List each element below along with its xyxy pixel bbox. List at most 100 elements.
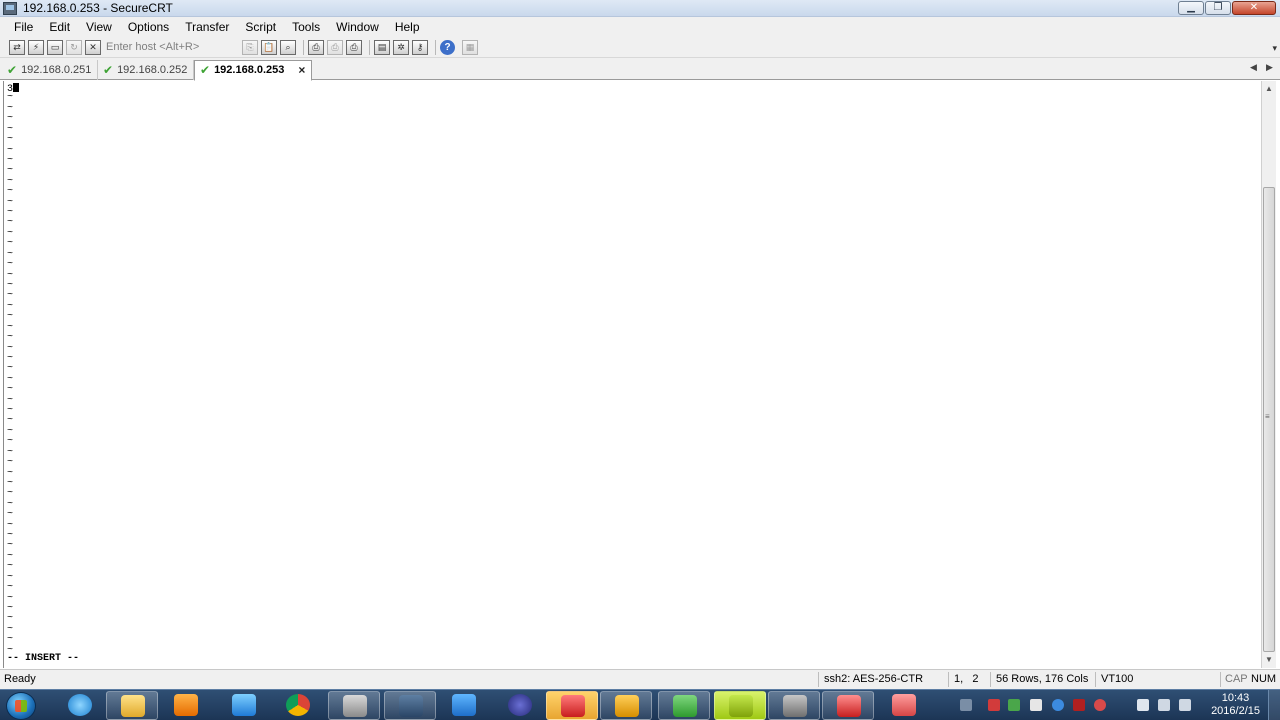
vim-empty-line-tilde: ~ [7,488,14,500]
green-tray-icon[interactable] [1008,699,1020,711]
tab-session-252[interactable]: ✔ 192.168.0.252 [98,60,194,80]
tab-close-icon[interactable]: × [298,61,305,80]
scroll-down-icon[interactable]: ▼ [1265,655,1273,664]
antivirus-tray-icon[interactable] [988,699,1000,711]
connect-in-tab-icon[interactable]: ▭ [47,39,63,55]
taskbar-app-7[interactable] [714,691,766,720]
menu-script[interactable]: Script [237,18,284,36]
disconnect-icon[interactable]: ✕ [85,39,101,55]
tab-session-253[interactable]: ✔ 192.168.0.253 × [194,60,312,81]
volume-icon[interactable] [1179,699,1191,711]
copy-icon[interactable]: ⎘ [242,39,258,55]
windows-tray-icon[interactable] [1030,699,1042,711]
taskbar-app-1[interactable] [328,691,380,720]
status-emulation: VT100 [1101,673,1134,685]
taskbar-chrome[interactable] [272,691,324,720]
taskbar-media-player[interactable] [160,691,212,720]
taskbar-app-4[interactable] [546,691,598,720]
vim-empty-line-tilde: ~ [7,509,14,521]
virtualbox-icon [615,695,639,717]
system-clock[interactable]: 10:43 2016/2/15 [1211,692,1260,718]
highlighted-app-icon [561,695,585,717]
status-bar: Ready ssh2: AES-256-CTR 1, 2 56 Rows, 17… [0,669,1280,689]
toolbar-overflow-icon[interactable]: ▾ [1272,43,1277,54]
tab-scroll-right-icon[interactable]: ▶ [1266,62,1273,73]
shield-tray-icon[interactable] [1073,699,1085,711]
quick-connect-icon[interactable]: ⚡ [28,39,44,55]
taskbar-app-9[interactable] [878,691,930,720]
m-app-icon [729,695,753,717]
taskbar-explorer[interactable] [106,691,158,720]
status-cursor-position: 1, 2 [954,673,979,685]
tab-scroll-left-icon[interactable]: ◀ [1250,62,1257,73]
taskbar-app-5[interactable] [600,691,652,720]
vim-empty-line-tilde: ~ [7,217,14,229]
status-num-lock: NUM [1251,673,1277,685]
keyboard-tray-icon[interactable] [960,699,972,711]
menu-options[interactable]: Options [120,18,177,36]
taskbar-app-2[interactable] [384,691,436,720]
taskbar-eclipse[interactable] [494,691,546,720]
tab-label: 192.168.0.252 [117,63,188,76]
print-setup-icon[interactable]: ⎙ [346,39,362,55]
tab-label: 192.168.0.251 [21,63,92,76]
vim-empty-line-tilde: ~ [7,259,14,271]
vim-empty-line-tilde: ~ [7,186,14,198]
window-title: 192.168.0.253 - SecureCRT [23,1,173,15]
menu-file[interactable]: File [6,18,41,36]
toolbar: ⇄ ⚡ ▭ ↻ ✕ Enter host <Alt+R> ⎘ 📋 ⌕ ⎙ ⎙ ⎙… [0,37,1280,58]
taskbar-app-6[interactable] [658,691,710,720]
vim-empty-line-tilde: ~ [7,134,14,146]
action-center-icon[interactable] [1137,699,1149,711]
help-icon[interactable]: ? [440,39,455,55]
paste-icon[interactable]: 📋 [261,39,277,55]
global-options-icon[interactable]: ✲ [393,39,409,55]
vim-empty-line-tilde: ~ [7,342,14,354]
close-button[interactable]: ✕ [1232,1,1276,15]
menu-transfer[interactable]: Transfer [177,18,237,36]
connected-check-icon: ✔ [103,62,114,77]
print-selection-icon[interactable]: ⎙ [327,39,343,55]
network-icon[interactable] [1158,699,1170,711]
scroll-up-icon[interactable]: ▲ [1265,84,1273,93]
keymap-icon[interactable]: ⚷ [412,39,428,55]
sftp-icon[interactable]: ▦ [462,39,478,55]
menu-view[interactable]: View [78,18,120,36]
session-options-icon[interactable]: ▤ [374,39,390,55]
print-icon[interactable]: ⎙ [308,39,324,55]
menu-window[interactable]: Window [328,18,387,36]
taskbar-securecrt[interactable] [768,691,820,720]
toolbar-separator [369,39,370,55]
taskbar-cloud[interactable] [218,691,270,720]
vim-empty-line-tilde: ~ [7,415,14,427]
status-terminal-size: 56 Rows, 176 Cols [996,673,1089,685]
taskbar-app-8[interactable] [822,691,874,720]
reconnect-icon[interactable]: ↻ [66,39,82,55]
enter-host-input[interactable]: Enter host <Alt+R> [104,39,234,55]
terminal-scrollbar[interactable]: ▲ ≡ ▼ [1261,81,1276,668]
taskbar-ie[interactable] [54,691,106,720]
connect-icon[interactable]: ⇄ [9,39,25,55]
network-tool-icon [399,695,423,717]
status-cipher: ssh2: AES-256-CTR [824,673,924,685]
start-button[interactable] [6,692,36,720]
show-desktop-button[interactable] [1268,690,1280,720]
taskbar-app-3[interactable] [438,691,490,720]
minimize-button[interactable]: ▁ [1178,1,1204,15]
vim-mode-line: -- INSERT -- [7,653,80,664]
menu-edit[interactable]: Edit [41,18,78,36]
menu-bar: File Edit View Options Transfer Script T… [0,17,1280,37]
maximize-button[interactable]: ❐ [1205,1,1231,15]
status-separator [1220,672,1221,687]
red-dots-tray-icon[interactable] [1094,699,1106,711]
menu-tools[interactable]: Tools [284,18,328,36]
menu-help[interactable]: Help [387,18,428,36]
terminal-screen[interactable]: 3 -- INSERT -- ~ ~ ~ ~ ~ ~ ~ ~ ~ ~ ~ ~ ~ ~ ~ ~ ~ ~ ~ ~ ~ ~ ~ ~ ~… [3,81,1261,668]
status-caps-lock: CAP [1225,673,1248,685]
tab-session-251[interactable]: ✔ 192.168.0.251 [2,60,98,80]
blue-tray-icon[interactable] [1052,699,1064,711]
find-icon[interactable]: ⌕ [280,39,296,55]
tab-label: 192.168.0.253 [214,64,285,76]
vim-empty-line-tilde: ~ [7,290,14,302]
securecrt-app-icon[interactable] [3,1,17,15]
